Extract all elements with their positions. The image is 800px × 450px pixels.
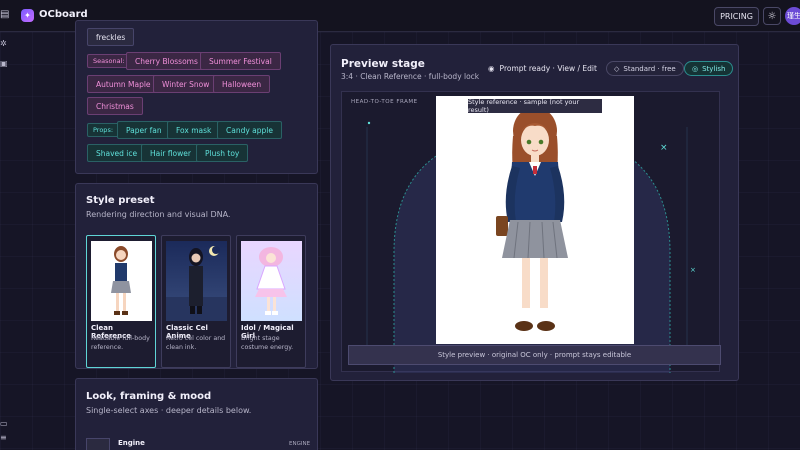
chip-winter-snow[interactable]: Winter Snow [153,75,219,93]
preview-meta: 3:4 · Clean Reference · full-body lock [341,72,480,81]
standard-pill-label: Standard · free [623,64,676,73]
style-preset-subtitle: Rendering direction and visual DNA. [86,210,231,219]
standard-mode-pill[interactable]: ◇ Standard · free [606,61,684,76]
image-icon[interactable]: ▣ [0,60,8,68]
style-preset-title: Style preset [86,195,155,206]
preset-thumb-clean [91,241,152,321]
props-label: Props: [87,123,120,137]
style-preview-bar: Style preview · original OC only · promp… [348,345,721,365]
shield-icon: ◎ [692,64,699,73]
engine-tag: ENGINE [289,441,311,447]
svg-text:×: × [690,266,696,274]
chip-fox-mask[interactable]: Fox mask [167,121,221,139]
chip-autumn-maple[interactable]: Autumn Maple [87,75,160,93]
preset-card-classic-cel[interactable]: Classic Cel Anime Retro cel color and cl… [161,235,231,368]
chip-candy-apple[interactable]: Candy apple [217,121,282,139]
character-preview-image [436,96,634,344]
look-panel-title: Look, framing & mood [86,391,212,402]
tag-icon: ◇ [614,64,620,73]
preset-thumb-idol [241,241,302,321]
seasonal-label: Seasonal: [87,54,131,68]
preset-desc: Retro cel color and clean ink. [166,335,226,351]
chat-icon[interactable]: ▭ [0,420,8,428]
preset-desc: Readable full-body reference. [91,335,150,351]
chip-hair-flower[interactable]: Hair flower [141,144,200,162]
chip-summer-festival[interactable]: Summer Festival [200,52,281,70]
theme-toggle-button[interactable]: ☼ [763,7,781,25]
eye-icon: ◉ [488,64,495,73]
preview-title: Preview stage [341,58,425,70]
chip-paper-fan[interactable]: Paper fan [117,121,171,139]
style-reference-tag: Style reference · sample (not your resul… [468,98,602,114]
preset-card-clean-reference[interactable]: Clean Reference Readable full-body refer… [86,235,156,368]
logo-icon[interactable]: ✦ [21,9,34,22]
user-avatar[interactable]: 瑾生 [785,7,800,25]
chip-christmas[interactable]: Christmas [87,97,143,115]
brand-name[interactable]: OCboard [39,9,88,20]
sparkle-icon[interactable]: ✲ [0,40,8,48]
prompt-status-text: Prompt ready · View / Edit [499,64,597,73]
tag-chip-freckles[interactable]: freckles [87,28,135,46]
look-panel-subtitle: Single-select axes · deeper details belo… [86,406,252,415]
stylish-pill-label: Stylish [702,64,726,73]
pricing-button[interactable]: PRICING [714,7,759,26]
chip-plush-toy[interactable]: Plush toy [196,144,249,162]
engine-icon[interactable] [86,438,110,450]
preset-card-idol[interactable]: Idol / Magical Girl Bright stage costume… [236,235,306,368]
preset-desc: Bright stage costume energy. [241,335,294,351]
sidebar-toggle-icon[interactable]: ▤ [0,9,9,21]
engine-label: Engine [118,439,145,447]
library-icon[interactable]: ≡ [0,434,8,442]
sun-icon: ☼ [767,10,777,22]
chip-shaved-ice[interactable]: Shaved ice [87,144,147,162]
svg-text:×: × [660,143,668,153]
chip-cherry-blossoms[interactable]: Cherry Blossoms [126,52,207,70]
stylish-mode-pill[interactable]: ◎ Stylish [684,61,734,76]
chip-halloween[interactable]: Halloween [213,75,271,93]
preset-thumb-cel [166,241,227,321]
prompt-status-link[interactable]: ◉ Prompt ready · View / Edit [488,64,597,73]
frame-label: HEAD-TO-TOE FRAME [351,99,418,105]
